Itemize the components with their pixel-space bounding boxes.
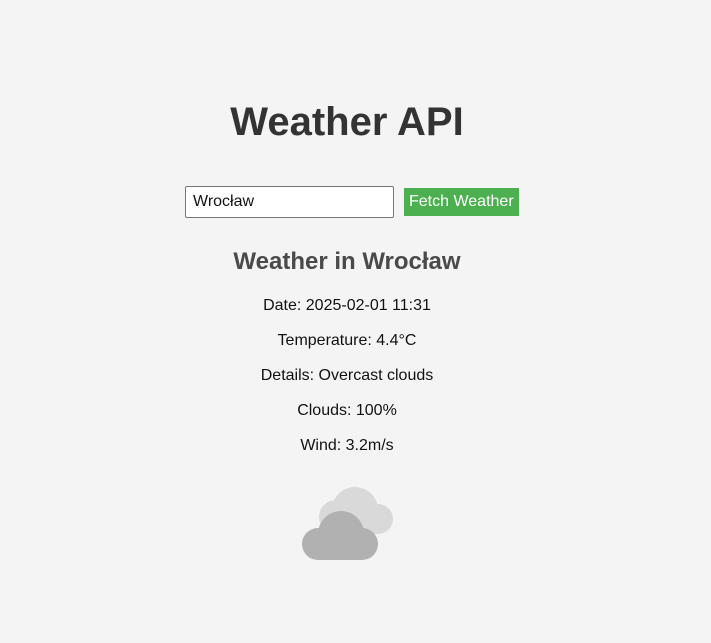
temperature-text: Temperature: 4.4°C bbox=[277, 332, 417, 349]
date-text: Date: 2025-02-01 11:31 bbox=[263, 297, 431, 314]
page-title: Weather API bbox=[230, 100, 464, 144]
clouds-text: Clouds: 100% bbox=[297, 402, 397, 419]
overcast-clouds-icon bbox=[302, 487, 393, 560]
weather-app: Weather API Fetch Weather Weather in Wro… bbox=[0, 0, 711, 643]
search-form: Fetch Weather bbox=[185, 186, 519, 218]
city-input[interactable] bbox=[185, 186, 394, 218]
weather-result-heading: Weather in Wrocław bbox=[233, 248, 461, 275]
wind-text: Wind: 3.2m/s bbox=[300, 437, 394, 454]
fetch-weather-button[interactable]: Fetch Weather bbox=[404, 188, 519, 216]
details-text: Details: Overcast clouds bbox=[260, 367, 434, 384]
